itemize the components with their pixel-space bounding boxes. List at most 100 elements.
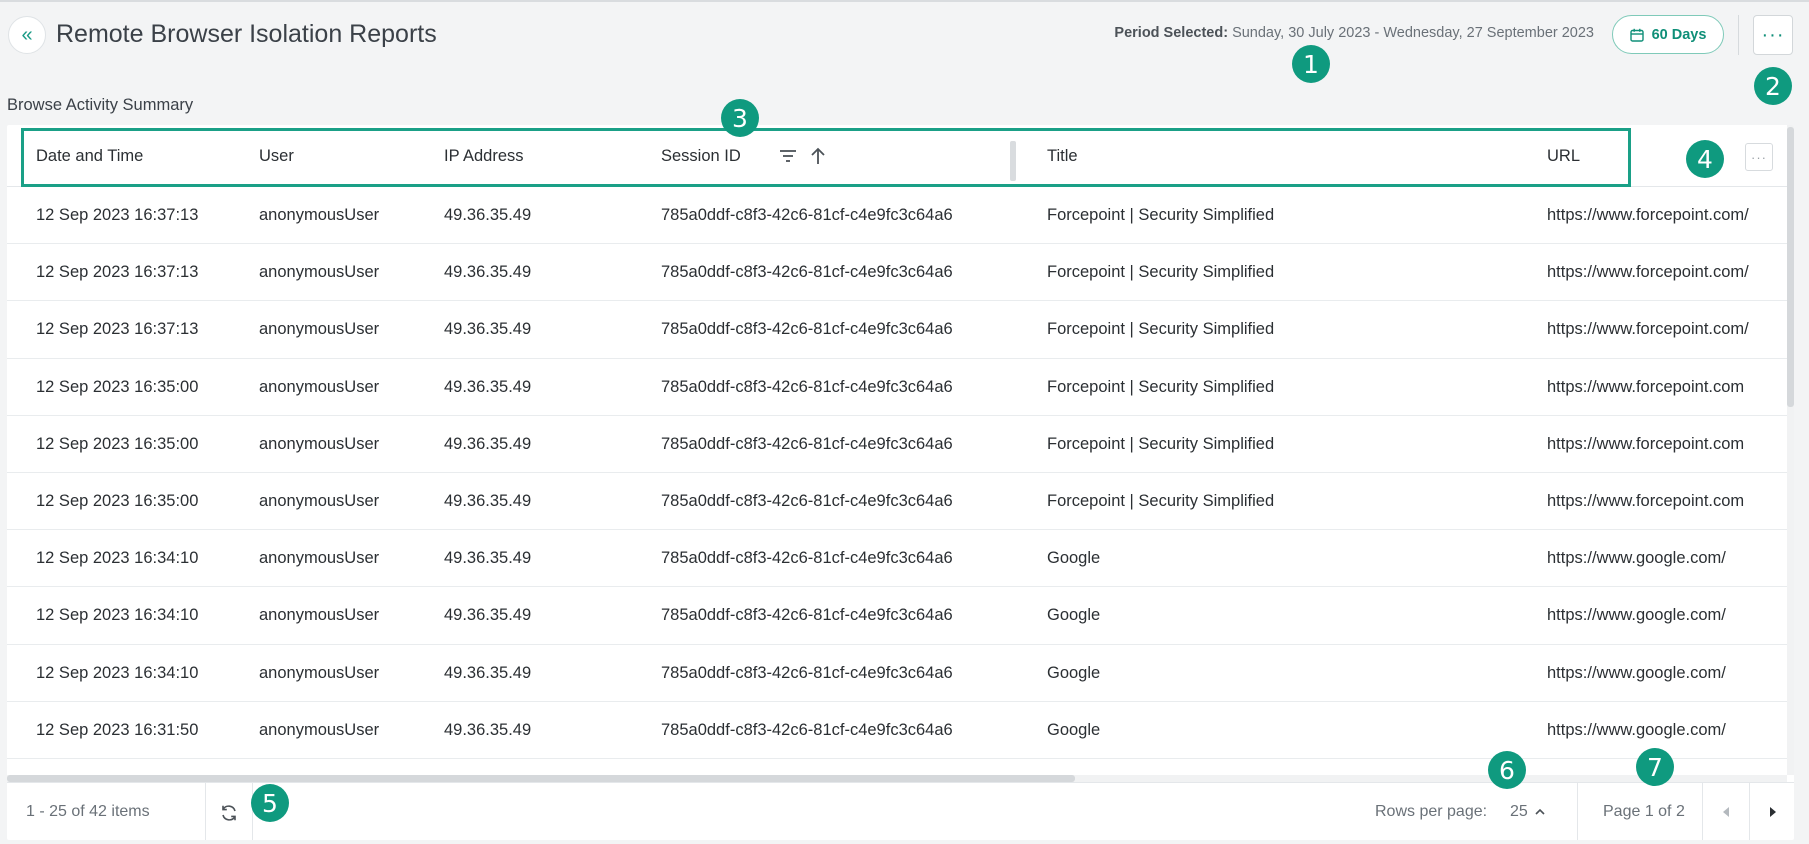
ip-address-cell: 49.36.35.49: [444, 377, 532, 396]
date-range-label: 60 Days: [1651, 26, 1707, 43]
caret-left-icon: [1723, 807, 1729, 817]
user-cell: anonymousUser: [259, 377, 380, 396]
period-value: Sunday, 30 July 2023 - Wednesday, 27 Sep…: [1232, 25, 1594, 41]
session-id-cell: 785a0ddf-c8f3-42c6-81cf-c4e9fc3c64a6: [661, 549, 953, 568]
date-time-cell: 12 Sep 2023 16:37:13: [36, 263, 199, 282]
filter-icon[interactable]: [777, 145, 799, 167]
annotation-badge-4: 4: [1686, 140, 1724, 178]
date-time-cell: 12 Sep 2023 16:37:13: [36, 206, 199, 224]
url-cell: https://www.google.com/: [1547, 606, 1726, 625]
column-resize-handle[interactable]: [1010, 141, 1016, 181]
period-selected: Period Selected: Sunday, 30 July 2023 - …: [1114, 25, 1594, 41]
user-cell: anonymousUser: [259, 549, 380, 568]
annotation-badge-1: 1: [1292, 45, 1330, 83]
session-id-cell: 785a0ddf-c8f3-42c6-81cf-c4e9fc3c64a6: [661, 491, 953, 510]
ip-address-cell: 49.36.35.49: [444, 606, 532, 625]
user-cell: anonymousUser: [259, 720, 380, 739]
footer-divider: [1577, 783, 1578, 840]
rows-per-page-label: Rows per page:: [1375, 803, 1488, 820]
ip-address-cell: 49.36.35.49: [444, 320, 532, 339]
session-id-cell: 785a0ddf-c8f3-42c6-81cf-c4e9fc3c64a6: [661, 663, 953, 682]
session-id-cell: 785a0ddf-c8f3-42c6-81cf-c4e9fc3c64a6: [661, 377, 953, 396]
column-header-session-id[interactable]: Session ID: [661, 125, 741, 187]
ip-address-cell: 49.36.35.49: [444, 663, 532, 682]
user-cell: anonymousUser: [259, 320, 380, 339]
rows-per-page-select[interactable]: 25: [1510, 783, 1546, 840]
chevron-up-icon: [1535, 808, 1545, 815]
date-range-button[interactable]: 60 Days: [1612, 15, 1724, 54]
url-cell: https://www.google.com/: [1547, 663, 1726, 682]
back-button[interactable]: «: [8, 16, 46, 54]
url-cell: https://www.forcepoint.com/: [1547, 206, 1749, 224]
footer-divider: [205, 783, 206, 840]
column-header-date-time[interactable]: Date and Time: [36, 125, 143, 187]
period-label: Period Selected:: [1114, 25, 1229, 41]
table-row[interactable]: 12 Sep 2023 16:35:00 anonymousUser 49.36.3…: [7, 416, 1787, 473]
title-cell: Google: [1047, 606, 1101, 625]
session-id-cell: 785a0ddf-c8f3-42c6-81cf-c4e9fc3c64a6: [661, 263, 953, 282]
vertical-scrollbar[interactable]: [1787, 125, 1794, 775]
items-count: 1 - 25 of 42 items: [26, 803, 150, 820]
title-cell: Forcepoint | Security Simplified: [1047, 263, 1275, 282]
ip-address-cell: 49.36.35.49: [444, 263, 532, 282]
report-table-card: Date and Time User IP Address Session ID…: [7, 125, 1794, 840]
column-header-user[interactable]: User: [259, 125, 294, 187]
table-header: Date and Time User IP Address Session ID…: [7, 125, 1787, 187]
rows-per-page-value: 25: [1510, 803, 1528, 820]
date-time-cell: 12 Sep 2023 16:34:10: [36, 606, 199, 625]
user-cell: anonymousUser: [259, 263, 380, 282]
table-row[interactable]: 12 Sep 2023 16:34:10 anonymousUser 49.36.3…: [7, 530, 1787, 588]
title-cell: Google: [1047, 663, 1101, 682]
ip-address-cell: 49.36.35.49: [444, 549, 532, 568]
ellipsis-icon: ···: [1751, 149, 1767, 165]
sort-ascending-icon[interactable]: [807, 145, 829, 167]
previous-page-button[interactable]: [1703, 783, 1749, 840]
user-cell: anonymousUser: [259, 606, 380, 625]
ip-address-cell: 49.36.35.49: [444, 206, 532, 224]
horizontal-scrollbar-thumb[interactable]: [7, 775, 1075, 782]
vertical-scrollbar-thumb[interactable]: [1787, 127, 1794, 407]
date-time-cell: 12 Sep 2023 16:31:50: [36, 720, 199, 739]
url-cell: https://www.forcepoint.com: [1547, 377, 1745, 396]
title-cell: Forcepoint | Security Simplified: [1047, 320, 1275, 339]
user-cell: anonymousUser: [259, 663, 380, 682]
page-title: Remote Browser Isolation Reports: [56, 20, 437, 48]
column-header-url[interactable]: URL: [1547, 125, 1580, 187]
column-menu-button[interactable]: ···: [1745, 143, 1773, 171]
section-title: Browse Activity Summary: [7, 96, 194, 114]
ip-address-cell: 49.36.35.49: [444, 434, 532, 453]
table-row[interactable]: 12 Sep 2023 16:31:50 anonymousUser 49.36.3…: [7, 702, 1787, 759]
column-header-title[interactable]: Title: [1047, 125, 1078, 187]
caret-right-icon: [1770, 807, 1776, 817]
url-cell: https://www.forcepoint.com/: [1547, 263, 1749, 282]
ellipsis-icon: ···: [1761, 23, 1785, 46]
column-header-ip-address[interactable]: IP Address: [444, 125, 524, 187]
annotation-badge-5: 5: [251, 784, 289, 822]
date-time-cell: 12 Sep 2023 16:37:13: [36, 320, 199, 339]
ip-address-cell: 49.36.35.49: [444, 720, 532, 739]
ip-address-cell: 49.36.35.49: [444, 491, 532, 510]
date-time-cell: 12 Sep 2023 16:35:00: [36, 491, 199, 510]
calendar-icon: [1629, 28, 1644, 42]
annotation-badge-3: 3: [721, 99, 759, 137]
url-cell: https://www.google.com/: [1547, 720, 1726, 739]
session-id-cell: 785a0ddf-c8f3-42c6-81cf-c4e9fc3c64a6: [661, 606, 953, 625]
date-time-cell: 12 Sep 2023 16:35:00: [36, 434, 199, 453]
next-page-button[interactable]: [1750, 783, 1794, 840]
annotation-badge-2: 2: [1754, 67, 1792, 105]
table-row[interactable]: 12 Sep 2023 16:37:13 anonymousUser 49.36.3…: [7, 244, 1787, 302]
session-id-cell: 785a0ddf-c8f3-42c6-81cf-c4e9fc3c64a6: [661, 206, 953, 224]
table-row[interactable]: 12 Sep 2023 16:35:00 anonymousUser 49.36.3…: [7, 359, 1787, 416]
title-cell: Forcepoint | Security Simplified: [1047, 206, 1275, 224]
table-row[interactable]: 12 Sep 2023 16:34:10 anonymousUser 49.36.3…: [7, 645, 1787, 702]
table-row[interactable]: 12 Sep 2023 16:34:10 anonymousUser 49.36.3…: [7, 587, 1787, 645]
annotation-badge-7: 7: [1636, 748, 1674, 786]
title-cell: Forcepoint | Security Simplified: [1047, 491, 1275, 510]
more-options-button[interactable]: ···: [1753, 15, 1793, 55]
table-row[interactable]: 12 Sep 2023 16:35:00 anonymousUser 49.36.3…: [7, 473, 1787, 531]
table-row[interactable]: 12 Sep 2023 16:37:13 anonymousUser 49.36.3…: [7, 187, 1787, 245]
url-cell: https://www.forcepoint.com: [1547, 491, 1745, 510]
header-divider: [1738, 15, 1739, 55]
table-row[interactable]: 12 Sep 2023 16:37:13 anonymousUser 49.36.3…: [7, 301, 1787, 359]
refresh-icon[interactable]: [219, 803, 239, 823]
